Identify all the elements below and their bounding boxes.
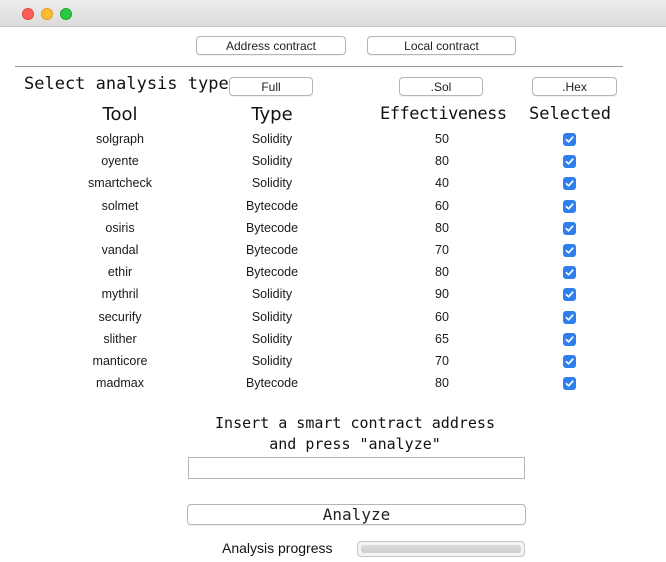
tool-type: Bytecode	[245, 198, 299, 213]
column-header-type: Type	[251, 104, 293, 125]
tool-type: Solidity	[251, 154, 293, 169]
table-row: mythril Solidity 90	[0, 283, 666, 305]
analysis-progress-bar	[357, 541, 525, 557]
checkmark-icon	[563, 221, 576, 235]
tool-name: solmet	[101, 198, 139, 213]
table-row: madmax Bytecode 80	[0, 372, 666, 394]
tool-type: Solidity	[251, 353, 293, 368]
tool-name: ethir	[107, 265, 133, 280]
table-row: osiris Bytecode 80	[0, 217, 666, 239]
full-analysis-button[interactable]: Full	[229, 77, 313, 96]
checkmark-icon	[563, 354, 576, 368]
tool-effectiveness: 65	[435, 331, 449, 346]
table-row: smartcheck Solidity 40	[0, 172, 666, 194]
checkmark-icon	[563, 177, 576, 191]
tool-name: osiris	[105, 220, 135, 235]
tool-effectiveness: 80	[435, 265, 449, 280]
progress-track	[361, 545, 521, 553]
tool-name: smartcheck	[88, 176, 152, 191]
table-row: solgraph Solidity 50	[0, 128, 666, 150]
tool-type: Bytecode	[245, 265, 299, 280]
checkmark-icon	[563, 155, 576, 169]
table-row: slither Solidity 65	[0, 328, 666, 350]
tool-name: securify	[98, 309, 142, 324]
tool-name: solgraph	[96, 132, 144, 146]
checkmark-icon	[563, 310, 576, 324]
tool-effectiveness: 40	[435, 176, 449, 191]
table-row: securify Solidity 60	[0, 306, 666, 328]
close-window-button[interactable]	[22, 8, 34, 20]
sol-analysis-button[interactable]: .Sol	[399, 77, 483, 96]
tool-type: Bytecode	[245, 376, 299, 391]
select-checkbox[interactable]	[563, 133, 577, 147]
tool-type: Solidity	[251, 132, 293, 146]
checkmark-icon	[563, 199, 576, 213]
progress-label: Analysis progress	[222, 540, 333, 556]
select-checkbox[interactable]	[563, 177, 577, 191]
select-checkbox[interactable]	[563, 377, 577, 391]
tool-name: manticore	[92, 353, 148, 368]
tool-effectiveness: 70	[435, 242, 449, 257]
tool-effectiveness: 60	[435, 309, 449, 324]
table-row: manticore Solidity 70	[0, 350, 666, 372]
table-row: ethir Bytecode 80	[0, 261, 666, 283]
tool-name: mythril	[101, 287, 139, 302]
tool-effectiveness: 80	[435, 376, 449, 391]
select-checkbox[interactable]	[563, 221, 577, 236]
column-header-effectiveness: Effectiveness	[380, 104, 507, 124]
tool-type: Solidity	[251, 331, 293, 346]
column-header-selected: Selected	[529, 104, 611, 124]
select-checkbox[interactable]	[563, 155, 577, 169]
select-checkbox[interactable]	[563, 354, 577, 369]
tool-name: slither	[103, 331, 137, 346]
divider	[15, 66, 623, 67]
tools-table: solgraph Solidity 50 oyente Solidity 80 …	[0, 128, 666, 394]
select-checkbox[interactable]	[563, 310, 577, 325]
table-row: solmet Bytecode 60	[0, 195, 666, 217]
tool-name: oyente	[101, 154, 139, 169]
tool-name: madmax	[96, 376, 144, 391]
title-bar	[0, 0, 666, 27]
column-header-tool: Tool	[102, 104, 138, 125]
minimize-window-button[interactable]	[41, 8, 53, 20]
select-checkbox[interactable]	[563, 266, 577, 280]
tool-effectiveness: 90	[435, 287, 449, 302]
contract-address-input[interactable]	[188, 457, 525, 479]
tool-effectiveness: 60	[435, 198, 449, 213]
select-checkbox[interactable]	[563, 199, 577, 214]
checkmark-icon	[563, 133, 576, 146]
checkmark-icon	[563, 266, 576, 280]
tool-type: Bytecode	[245, 242, 299, 257]
tool-effectiveness: 70	[435, 353, 449, 368]
select-checkbox[interactable]	[563, 332, 577, 347]
tool-type: Solidity	[251, 176, 293, 191]
checkmark-icon	[563, 377, 576, 391]
prompt-line-2: and press "analyze"	[269, 435, 441, 453]
select-checkbox[interactable]	[563, 288, 577, 302]
tool-type: Solidity	[251, 309, 293, 324]
table-row: oyente Solidity 80	[0, 150, 666, 172]
maximize-window-button[interactable]	[60, 8, 72, 20]
tool-effectiveness: 80	[435, 154, 449, 169]
tool-type: Solidity	[251, 287, 293, 302]
tool-type: Bytecode	[245, 220, 299, 235]
address-prompt: Insert a smart contract address and pres…	[160, 413, 550, 455]
checkmark-icon	[563, 332, 576, 346]
prompt-line-1: Insert a smart contract address	[215, 414, 495, 432]
analyze-button[interactable]: Analyze	[187, 504, 526, 525]
checkmark-icon	[563, 288, 576, 302]
checkmark-icon	[563, 243, 576, 257]
local-contract-button[interactable]: Local contract	[367, 36, 516, 55]
table-row: vandal Bytecode 70	[0, 239, 666, 261]
analysis-type-label: Select analysis type	[24, 74, 229, 94]
tool-name: vandal	[101, 242, 139, 257]
tool-effectiveness: 80	[435, 220, 449, 235]
tool-effectiveness: 50	[435, 132, 449, 146]
hex-analysis-button[interactable]: .Hex	[532, 77, 617, 96]
address-contract-button[interactable]: Address contract	[196, 36, 346, 55]
select-checkbox[interactable]	[563, 243, 577, 258]
